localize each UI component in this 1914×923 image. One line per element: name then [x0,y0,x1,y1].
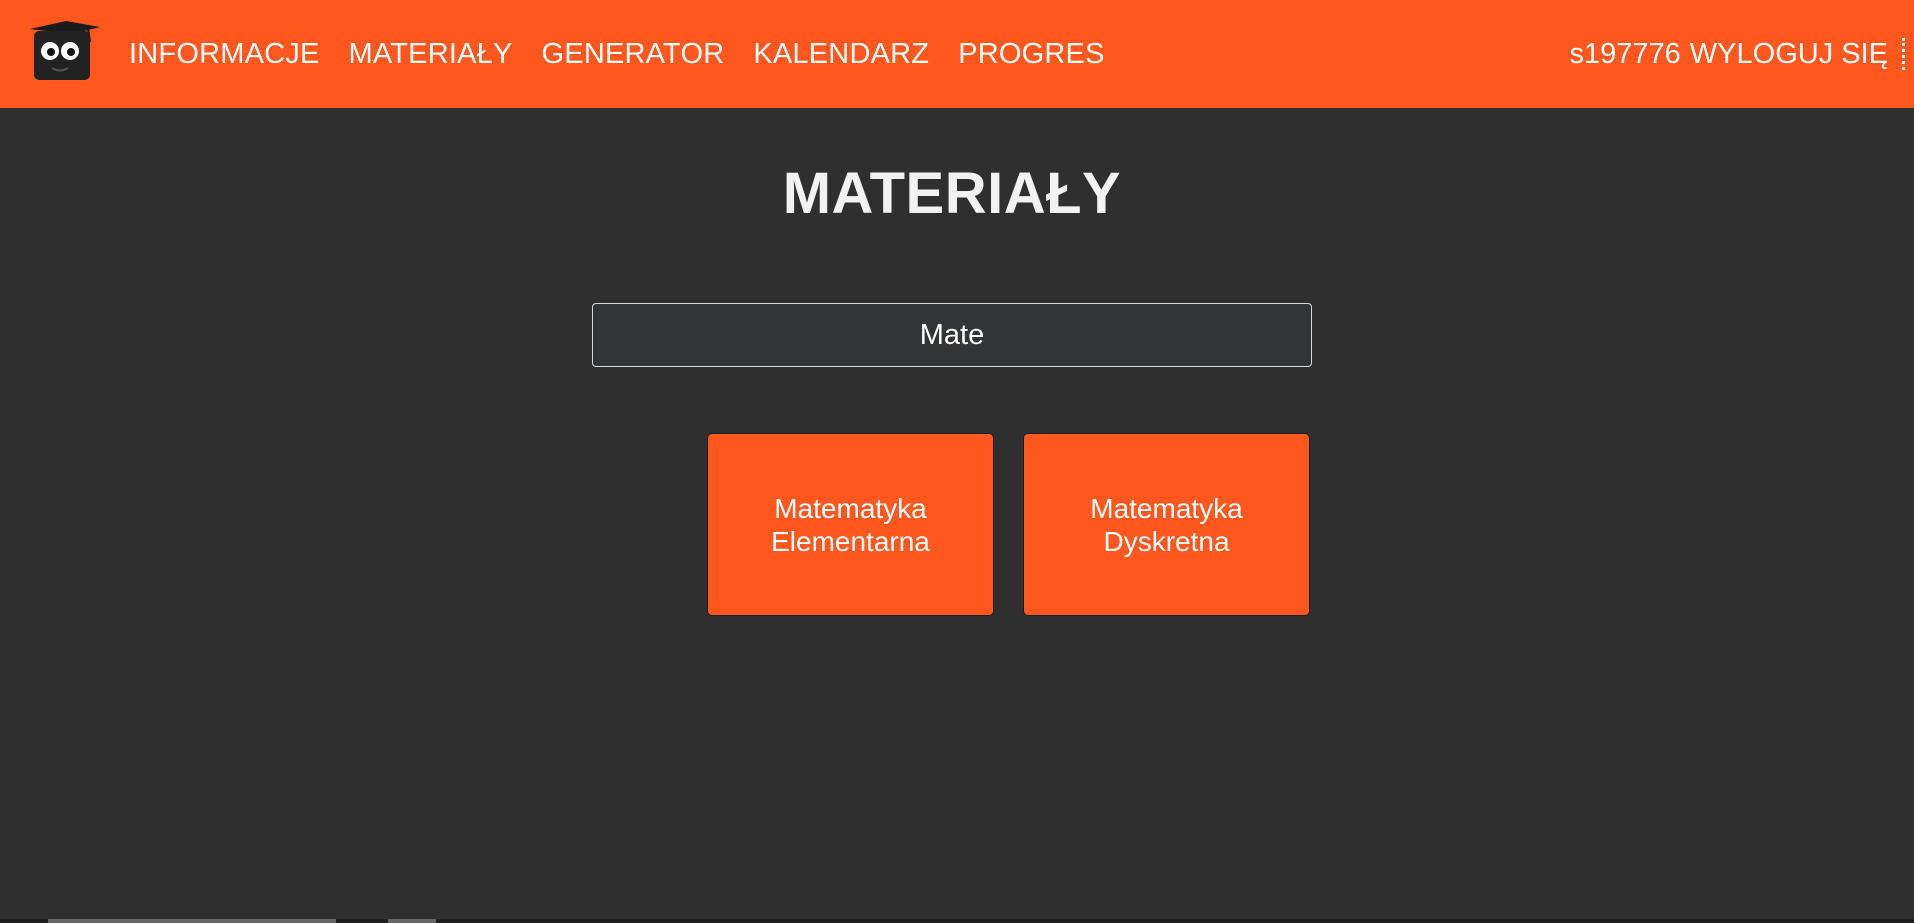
search-input[interactable] [592,303,1312,367]
scrollbar-thumb[interactable] [48,919,336,923]
nav-progres[interactable]: PROGRES [958,38,1104,71]
main-nav: INFORMACJE MATERIAŁY GENERATOR KALENDARZ… [129,0,1134,108]
card-label: Matematyka Dyskretna [1090,492,1243,557]
logo-owl-icon[interactable] [28,20,102,82]
scrollbar-thumb-secondary[interactable] [388,919,436,923]
card-label: Matematyka Elementarna [771,492,930,557]
material-card-matematyka-dyskretna[interactable]: Matematyka Dyskretna [1023,433,1310,616]
page-title: MATERIAŁY [782,161,1122,226]
nav-kalendarz[interactable]: KALENDARZ [753,38,929,71]
horizontal-scrollbar[interactable] [0,919,1914,923]
user-area: s197776 WYLOGUJ SIĘ [1570,0,1888,108]
nav-generator[interactable]: GENERATOR [542,38,725,71]
overflow-dots-icon [1902,38,1908,70]
username: s197776 [1569,37,1681,70]
nav-materialy[interactable]: MATERIAŁY [349,38,513,71]
logout-link[interactable]: WYLOGUJ SIĘ [1690,38,1888,71]
nav-informacje[interactable]: INFORMACJE [129,38,320,71]
top-navigation-bar: INFORMACJE MATERIAŁY GENERATOR KALENDARZ… [0,0,1914,108]
material-card-matematyka-elementarna[interactable]: Matematyka Elementarna [707,433,994,616]
